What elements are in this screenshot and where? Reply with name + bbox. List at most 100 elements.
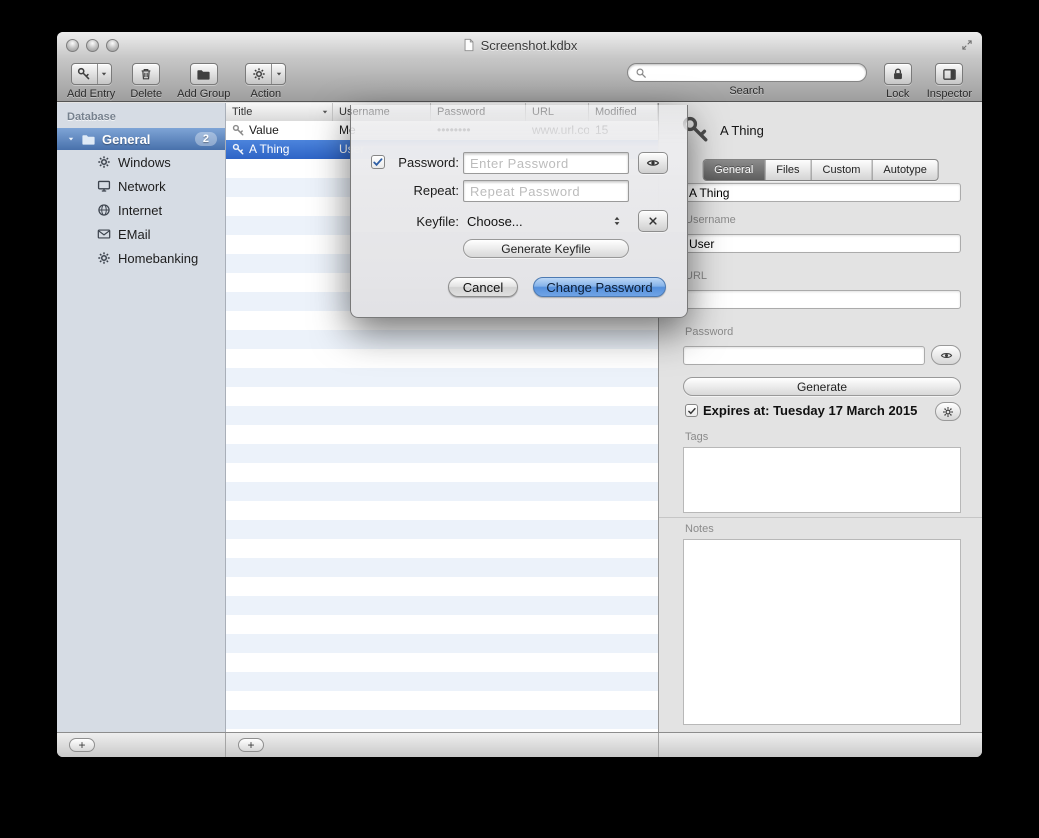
action-button[interactable] xyxy=(245,63,286,85)
minimize-button[interactable] xyxy=(86,39,99,52)
dialog-keyfile-label: Keyfile: xyxy=(381,214,459,229)
action-item: Action xyxy=(245,63,286,100)
reveal-password-button[interactable] xyxy=(638,152,668,174)
lock-label: Lock xyxy=(886,88,909,100)
change-password-dialog: Password: Repeat: Keyfile: Choose... Gen… xyxy=(350,105,688,318)
tags-input[interactable] xyxy=(683,447,961,513)
gear-icon xyxy=(942,406,954,418)
inspector-panel: A Thing General Files Custom Autotype Us… xyxy=(658,103,982,732)
username-label: Username xyxy=(685,214,736,226)
notes-input[interactable] xyxy=(683,539,961,725)
tab-autotype[interactable]: Autotype xyxy=(872,160,937,180)
gear-icon xyxy=(252,67,266,81)
zoom-button[interactable] xyxy=(106,39,119,52)
close-button[interactable] xyxy=(66,39,79,52)
eye-icon xyxy=(940,349,953,362)
check-icon xyxy=(687,406,697,416)
lock-icon xyxy=(891,67,905,81)
sidebar-item-label: Network xyxy=(118,179,166,194)
inspector-label: Inspector xyxy=(927,88,972,100)
search-group: Search xyxy=(625,63,869,97)
sidebar-header: Database xyxy=(57,103,225,128)
delete-button[interactable] xyxy=(132,63,160,85)
document-icon xyxy=(462,38,476,52)
dialog-repeat-input[interactable] xyxy=(463,180,629,202)
key-icon xyxy=(77,67,91,81)
dialog-password-input[interactable] xyxy=(463,152,629,174)
trash-icon xyxy=(139,67,153,81)
add-group-label: Add Group xyxy=(177,88,230,100)
chevron-down-icon xyxy=(100,70,108,78)
gear-icon xyxy=(97,251,111,265)
globe-icon xyxy=(97,203,111,217)
inspector-button[interactable] xyxy=(935,63,963,85)
toolbar: Add Entry Delete Add Group Action xyxy=(57,58,982,102)
tags-label: Tags xyxy=(685,431,708,443)
add-group-footer-button[interactable]: + xyxy=(69,738,95,752)
sidebar-item-label: Windows xyxy=(118,155,171,170)
tab-custom[interactable]: Custom xyxy=(812,160,873,180)
cancel-label: Cancel xyxy=(463,280,503,295)
sidebar-item-homebanking[interactable]: Homebanking xyxy=(57,246,225,270)
expand-icon[interactable] xyxy=(961,39,973,51)
search-field[interactable] xyxy=(627,63,867,82)
folder-icon xyxy=(196,67,211,82)
cancel-button[interactable]: Cancel xyxy=(448,277,518,297)
password-label: Password xyxy=(685,326,733,338)
add-entry-label: Add Entry xyxy=(67,88,115,100)
sidebar-item-label: Homebanking xyxy=(118,251,198,266)
footer-bar: + + xyxy=(57,732,982,757)
expires-checkbox[interactable] xyxy=(685,404,698,417)
add-entry-footer-button[interactable]: + xyxy=(238,738,264,752)
dialog-repeat-label: Repeat: xyxy=(381,183,459,198)
password-field[interactable] xyxy=(683,346,925,365)
add-group-button[interactable] xyxy=(190,63,218,85)
reveal-password-button[interactable] xyxy=(931,345,961,365)
monitor-icon xyxy=(97,179,111,193)
generate-keyfile-button[interactable]: Generate Keyfile xyxy=(463,239,629,258)
sidebar: Database General 2 Windows Network Inter… xyxy=(57,103,226,732)
folder-icon xyxy=(81,132,96,147)
entry-title: A Thing xyxy=(249,140,289,159)
key-icon xyxy=(232,143,245,156)
username-field[interactable] xyxy=(683,234,961,253)
clear-keyfile-button[interactable] xyxy=(638,210,668,232)
keyfile-popup-value: Choose... xyxy=(463,214,523,229)
footer-divider xyxy=(225,733,226,757)
sidebar-item-internet[interactable]: Internet xyxy=(57,198,225,222)
change-password-button[interactable]: Change Password xyxy=(533,277,666,297)
section-divider xyxy=(659,517,982,518)
sidebar-group-general[interactable]: General 2 xyxy=(57,128,225,150)
inspector-entry-title: A Thing xyxy=(720,123,764,138)
sidebar-item-email[interactable]: EMail xyxy=(57,222,225,246)
add-entry-button[interactable] xyxy=(71,63,112,85)
column-label: Title xyxy=(232,106,252,118)
inspector-item: Inspector xyxy=(927,63,972,100)
url-field[interactable] xyxy=(683,290,961,309)
key-icon xyxy=(232,124,245,137)
title-field[interactable] xyxy=(683,183,961,202)
lock-item: Lock xyxy=(884,63,912,100)
sidebar-item-network[interactable]: Network xyxy=(57,174,225,198)
close-icon xyxy=(647,215,659,227)
eye-icon xyxy=(646,156,660,170)
keyfile-popup[interactable]: Choose... xyxy=(463,210,629,232)
lock-button[interactable] xyxy=(884,63,912,85)
column-header-title[interactable]: Title xyxy=(226,103,333,121)
add-entry-item: Add Entry xyxy=(67,63,115,100)
expires-label: Expires at: Tuesday 17 March 2015 xyxy=(703,403,917,418)
envelope-icon xyxy=(97,227,111,241)
app-window: Screenshot.kdbx Add Entry Delete Add Gro… xyxy=(57,32,982,757)
sidebar-item-windows[interactable]: Windows xyxy=(57,150,225,174)
sort-indicator-icon xyxy=(321,108,329,116)
search-input[interactable] xyxy=(651,65,859,81)
generate-button[interactable]: Generate xyxy=(683,377,961,396)
dialog-password-label: Password: xyxy=(381,155,459,170)
change-password-label: Change Password xyxy=(546,280,652,295)
disclosure-triangle-icon[interactable] xyxy=(67,135,75,143)
tab-general[interactable]: General xyxy=(703,160,765,180)
notes-label: Notes xyxy=(685,523,714,535)
generate-label: Generate xyxy=(797,380,847,394)
expires-settings-button[interactable] xyxy=(935,402,961,421)
tab-files[interactable]: Files xyxy=(765,160,811,180)
